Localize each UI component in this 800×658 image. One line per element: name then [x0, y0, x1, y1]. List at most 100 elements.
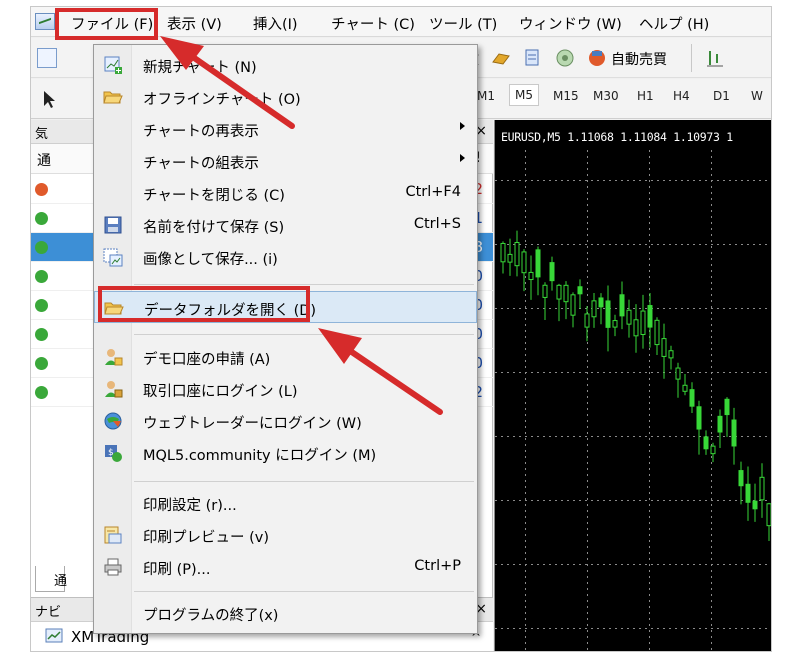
- candle-body: [640, 310, 646, 336]
- menu-item-label: オフラインチャート (O): [143, 92, 301, 108]
- arrow-up-icon: [35, 299, 48, 312]
- menu-insert[interactable]: 挿入(I): [253, 13, 298, 33]
- candle-body: [661, 338, 667, 357]
- print-icon: [104, 558, 122, 576]
- new-chart-icon: [104, 56, 122, 74]
- new-chart-icon[interactable]: [37, 48, 57, 68]
- candle-body: [766, 503, 771, 527]
- candle-body: [682, 384, 688, 392]
- menu-item-print-preview[interactable]: 印刷プレビュー (v): [94, 519, 477, 551]
- signals-icon[interactable]: [555, 48, 575, 68]
- file-menu-dropdown: 新規チャート (N) オフラインチャート (O) チャートの再表示 チャートの組…: [93, 44, 478, 634]
- menu-item-label: 名前を付けて保存 (S): [143, 220, 285, 236]
- menu-tools[interactable]: ツール (T): [429, 13, 497, 33]
- terminal-icon: [45, 628, 63, 643]
- menu-item-label: 新規チャート (N): [143, 60, 257, 76]
- menu-item-label: プログラムの終了(x): [143, 608, 279, 624]
- menu-item-close-chart[interactable]: チャートを閉じる (C) Ctrl+F4: [94, 177, 477, 209]
- app-icon[interactable]: [35, 13, 55, 30]
- timeframe-m30[interactable]: M30: [593, 89, 619, 103]
- candle-body: [577, 286, 583, 295]
- menu-window[interactable]: ウィンドウ (W): [519, 13, 622, 33]
- menu-item-print[interactable]: 印刷 (P)... Ctrl+P: [94, 551, 477, 583]
- print-preview-icon: [104, 526, 122, 544]
- menu-item-login-trade[interactable]: 取引口座にログイン (L): [94, 373, 477, 405]
- candle-body: [528, 271, 534, 281]
- market-watch-tab-label: 通: [54, 574, 68, 589]
- highlight-open-data-folder: [98, 286, 310, 322]
- candle-body: [731, 419, 737, 447]
- candle-body: [598, 297, 604, 308]
- menu-item-label: チャートの再表示: [143, 124, 259, 140]
- menu-item-label: デモ口座の申請 (A): [143, 352, 271, 368]
- candle-body: [584, 313, 590, 328]
- candle-body: [647, 305, 653, 328]
- open-folder-icon: [103, 91, 123, 104]
- menu-item-shortcut: Ctrl+S: [413, 216, 461, 232]
- timeframe-d1[interactable]: D1: [713, 89, 730, 103]
- candle-body: [521, 251, 527, 274]
- candle-body: [759, 476, 765, 501]
- menu-item-label: 画像として保存... (i): [143, 252, 278, 268]
- candle-body: [745, 483, 751, 503]
- price-chart[interactable]: EURUSD,M5 1.11068 1.11084 1.10973 1: [494, 120, 771, 651]
- candle-body: [556, 284, 562, 300]
- menu-chart[interactable]: チャート (C): [331, 13, 415, 33]
- menu-help[interactable]: ヘルプ (H): [639, 13, 709, 33]
- timeframe-m15[interactable]: M15: [553, 89, 579, 103]
- menu-item-print-setup[interactable]: 印刷設定 (r)...: [94, 487, 477, 519]
- candle-body: [689, 389, 695, 407]
- market-watch-title: 気: [35, 127, 49, 142]
- candlestick-chart: [495, 150, 771, 650]
- autotrade-button[interactable]: 自動売買: [611, 49, 667, 69]
- menu-item-exit[interactable]: プログラムの終了(x): [94, 597, 477, 629]
- save-image-icon: [103, 248, 123, 267]
- timeframe-m5[interactable]: M5: [509, 84, 539, 106]
- toolbar-divider: [691, 44, 692, 72]
- menu-item-login-mql5[interactable]: $ MQL5.community にログイン (M): [94, 437, 477, 469]
- cursor-icon[interactable]: [39, 89, 59, 109]
- menu-item-demo-account[interactable]: デモ口座の申請 (A): [94, 341, 477, 373]
- candle-body: [591, 300, 597, 318]
- timeframe-w1[interactable]: W: [751, 89, 763, 103]
- candle-body: [605, 300, 611, 328]
- menu-view[interactable]: 表示 (V): [167, 13, 222, 33]
- timeframe-m1[interactable]: M1: [477, 89, 495, 103]
- mql5-icon: $: [105, 445, 122, 462]
- candle-body: [633, 319, 639, 337]
- gold-bar-icon[interactable]: [491, 48, 511, 68]
- symbol-column-header[interactable]: 通: [37, 150, 51, 170]
- menu-item-new-chart[interactable]: 新規チャート (N): [94, 49, 477, 81]
- market-watch-tab[interactable]: 通: [35, 566, 68, 592]
- menu-separator: [134, 591, 474, 592]
- menu-item-reopen-chart[interactable]: チャートの再表示: [94, 113, 477, 145]
- history-center-icon[interactable]: [523, 48, 543, 68]
- arrow-up-icon: [35, 328, 48, 341]
- autotrade-icon[interactable]: [587, 48, 607, 68]
- candles: [500, 230, 771, 542]
- menu-separator: [134, 284, 474, 285]
- menu-item-label: MQL5.community にログイン (M): [143, 448, 377, 464]
- menu-item-chart-sets[interactable]: チャートの組表示: [94, 145, 477, 177]
- menu-item-save-as[interactable]: 名前を付けて保存 (S) Ctrl+S: [94, 209, 477, 241]
- menu-item-login-webtrader[interactable]: ウェブトレーダーにログイン (W): [94, 405, 477, 437]
- menu-item-save-image[interactable]: 画像として保存... (i): [94, 241, 477, 273]
- candle-body: [752, 500, 758, 510]
- candle-body: [696, 406, 702, 430]
- menu-item-label: チャートの組表示: [143, 156, 259, 172]
- candle-body: [570, 294, 576, 316]
- mt4-window: ファイル (F) 表示 (V) 挿入(I) チャート (C) ツール (T) ウ…: [30, 6, 772, 652]
- candle-body: [626, 309, 632, 325]
- menu-separator: [134, 481, 474, 482]
- navigator-title: ナビ: [35, 605, 62, 620]
- arrow-up-icon: [35, 212, 48, 225]
- menu-item-offline-chart[interactable]: オフラインチャート (O): [94, 81, 477, 113]
- timeframe-h1[interactable]: H1: [637, 89, 654, 103]
- timeframe-h4[interactable]: H4: [673, 89, 690, 103]
- candle-body: [703, 436, 709, 450]
- bar-chart-icon[interactable]: [705, 48, 725, 68]
- chart-symbol-header: EURUSD,M5 1.11068 1.11084 1.10973 1: [501, 130, 733, 144]
- arrow-up-icon: [35, 241, 48, 254]
- menu-item-label: チャートを閉じる (C): [143, 188, 285, 204]
- arrow-up-icon: [35, 357, 48, 370]
